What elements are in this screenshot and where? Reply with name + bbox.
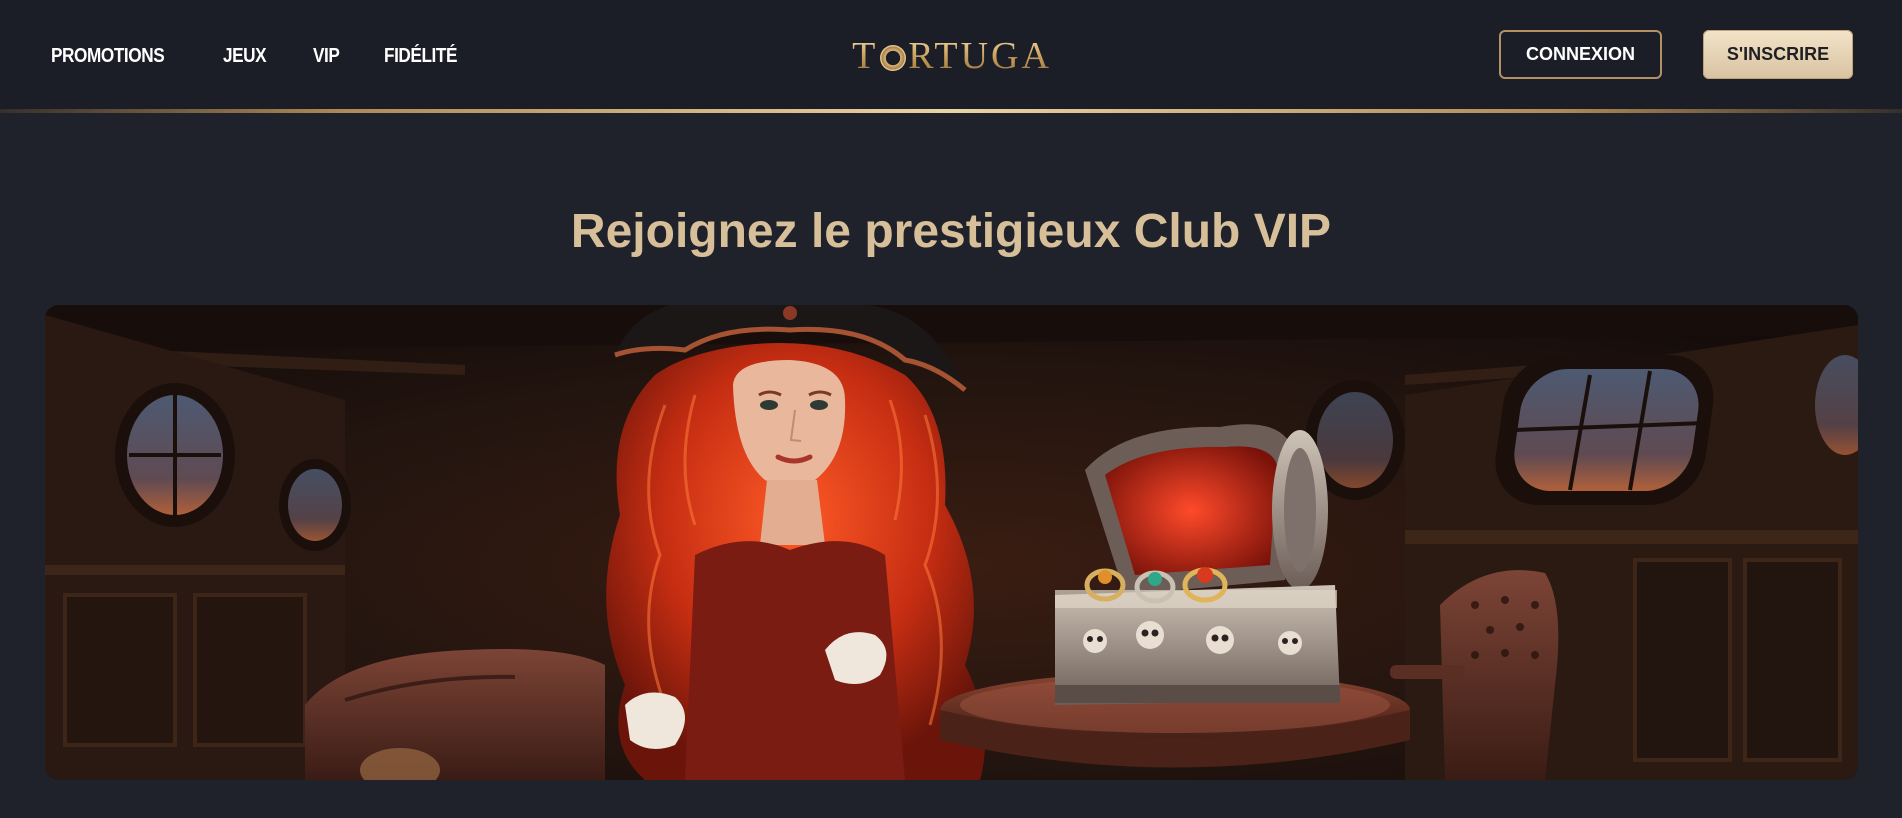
nav-jeux[interactable]: JEUX — [223, 40, 267, 72]
top-header: PROMOTIONS JEUX VIP FIDÉLITÉ T RTUGA CONN… — [0, 0, 1902, 110]
lace-cuff-left — [625, 692, 685, 749]
chest-open-interior — [1105, 446, 1277, 575]
poker-chip-icon — [880, 45, 907, 71]
site-logo[interactable]: T RTUGA — [843, 34, 1061, 78]
login-button[interactable]: CONNEXION — [1499, 30, 1662, 79]
nav-promotions[interactable]: PROMOTIONS — [51, 40, 165, 72]
logo-letter-t: T — [852, 35, 879, 77]
pirate-cabin-illustration — [45, 305, 1858, 780]
header-gold-divider — [0, 109, 1902, 113]
main-nav: PROMOTIONS JEUX VIP FIDÉLITÉ — [51, 40, 509, 72]
nav-vip[interactable]: VIP — [313, 40, 340, 72]
vip-hero-banner — [45, 305, 1858, 780]
logo-letters-rest: RTUGA — [908, 35, 1052, 77]
page-title: Rejoignez le prestigieux Club VIP — [570, 205, 1332, 258]
signup-button[interactable]: S'INSCRIRE — [1703, 30, 1853, 79]
nav-fidelite[interactable]: FIDÉLITÉ — [384, 40, 457, 72]
logo-wordmark: T RTUGA — [852, 34, 1052, 78]
